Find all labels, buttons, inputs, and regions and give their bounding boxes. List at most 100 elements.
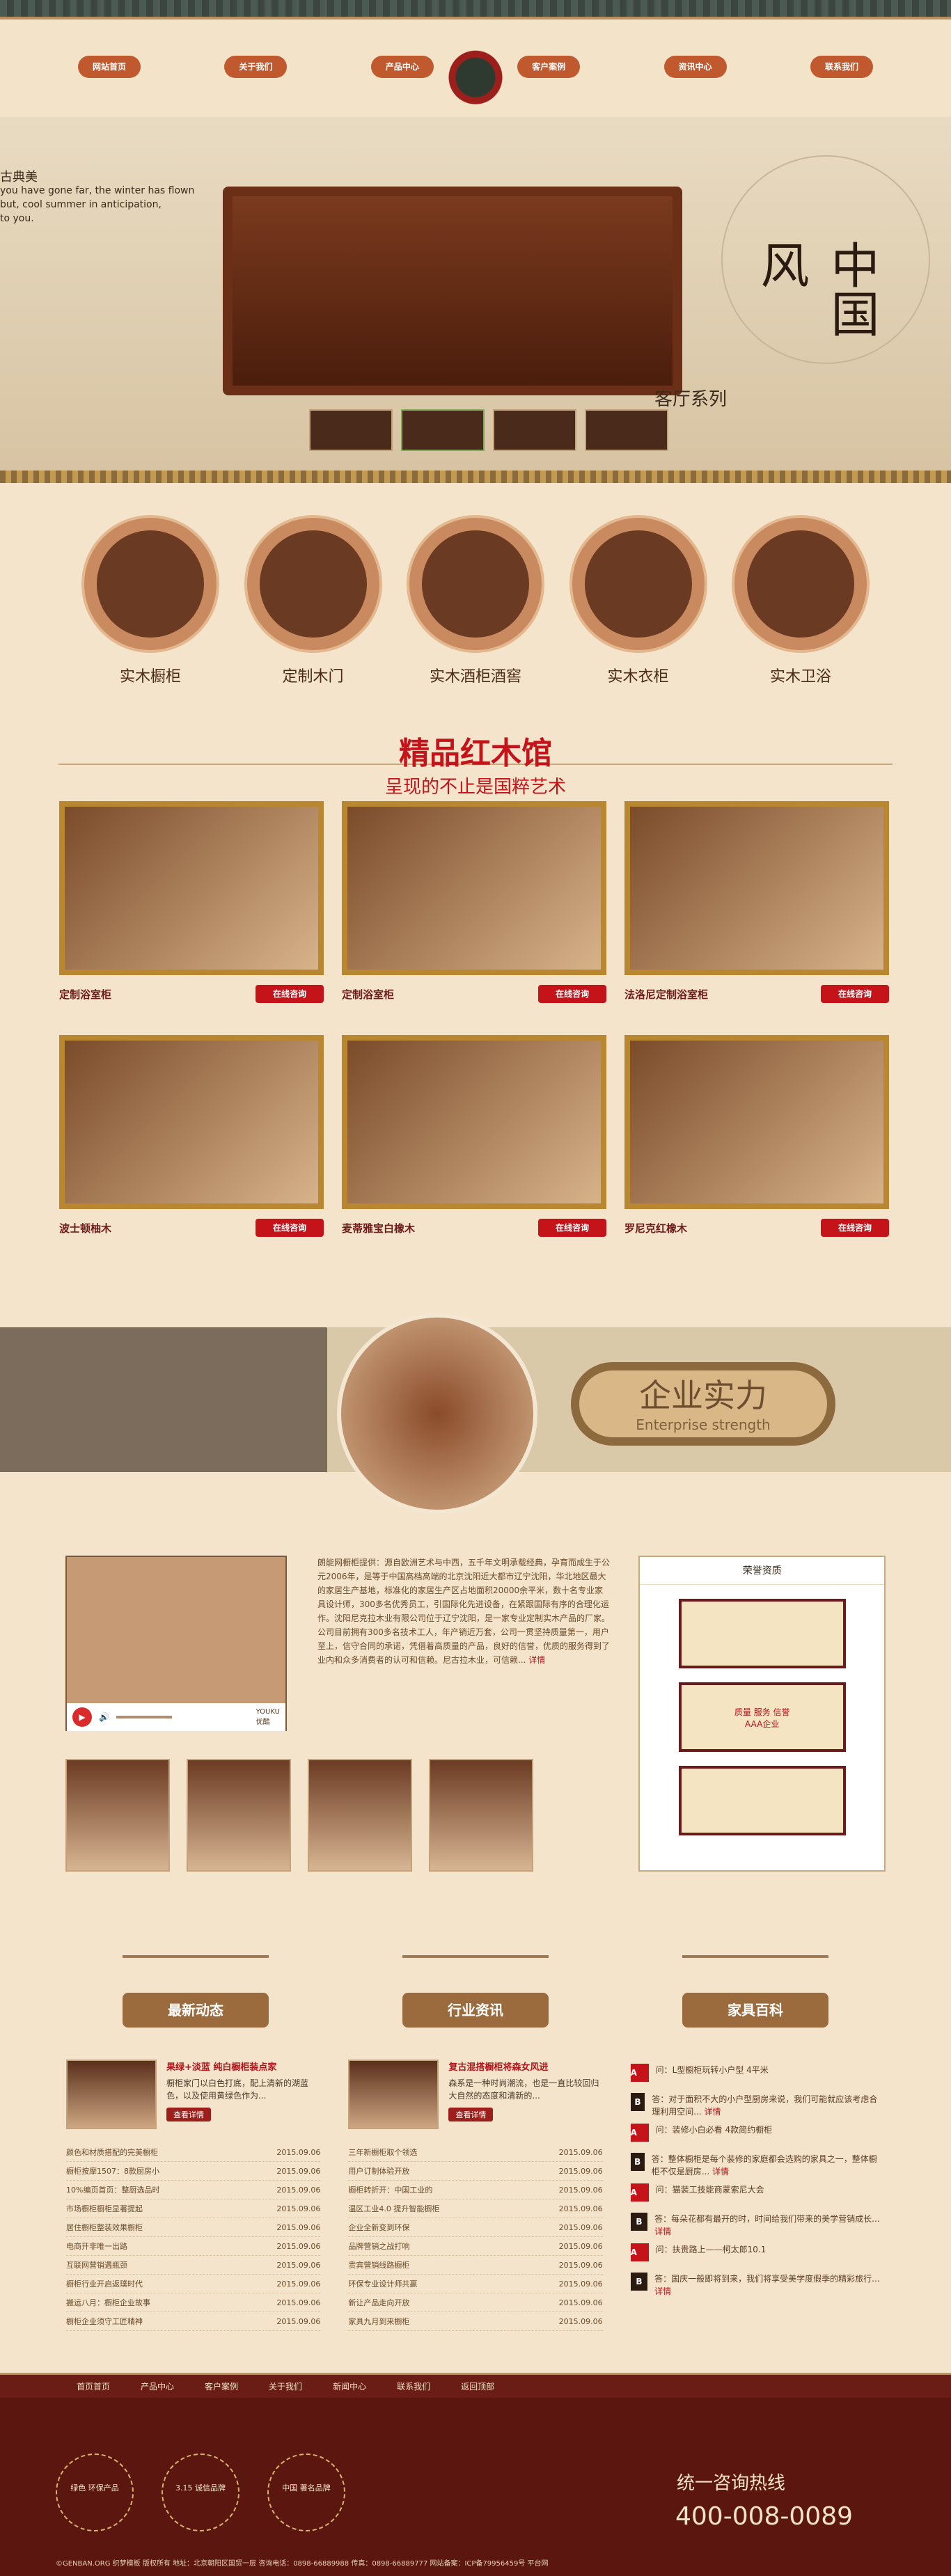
category-item[interactable]: 实木衣柜 [569, 518, 708, 686]
product-name: 法洛尼定制浴室柜 [624, 988, 709, 1001]
news-item[interactable]: 颜色和材质搭配的完美橱柜 2015.09.06 [66, 2143, 321, 2162]
news-item[interactable]: 家具九月到来橱柜 2015.09.06 [348, 2312, 603, 2331]
footer-nav-news[interactable]: 新闻中心 [333, 2380, 366, 2392]
news-item[interactable]: 品牌营销之战打响 2015.09.06 [348, 2237, 603, 2256]
news-item[interactable]: 环保专业设计师共赢 2015.09.06 [348, 2275, 603, 2293]
consult-button[interactable]: 在线咨询 [821, 1219, 889, 1237]
category-item[interactable]: 实木橱柜 [81, 518, 220, 686]
a-tag: B [630, 2273, 648, 2291]
product-card[interactable]: 罗尼克红橡木 在线咨询 [624, 1035, 889, 1251]
q-text[interactable]: 问：猫装工技能商蒙索尼大会 [656, 2183, 764, 2207]
nav-about[interactable]: 关于我们 [224, 56, 288, 78]
feature-image[interactable] [348, 2060, 439, 2129]
company-photo[interactable] [429, 1759, 533, 1872]
product-image[interactable] [59, 1035, 324, 1209]
news-item[interactable]: 温区工业4.0 提升智能橱柜 2015.09.06 [348, 2199, 603, 2218]
news-item[interactable]: 三年新橱柜取个领选 2015.09.06 [348, 2143, 603, 2162]
feature-news: 果绿+淡蓝 纯白橱柜装点家 橱柜家门以白色打底，配上清新的湖蓝色，以及使用黄绿色… [66, 2060, 320, 2129]
product-image[interactable] [59, 801, 324, 975]
thumbnail-1[interactable] [309, 409, 393, 451]
q-text[interactable]: 问：扶贵路上——柯太郎10.1 [656, 2243, 767, 2267]
category-label: 定制木门 [282, 668, 344, 686]
volume-icon[interactable]: 🔊 [99, 1712, 109, 1722]
thumbnail-2[interactable] [401, 409, 485, 451]
thumbnail-3[interactable] [493, 409, 576, 451]
consult-button[interactable]: 在线咨询 [538, 985, 606, 1003]
news-list: 颜色和材质搭配的完美橱柜 2015.09.06 橱柜按摩1507：8款厨房小 201… [66, 2143, 321, 2331]
consult-button[interactable]: 在线咨询 [821, 985, 889, 1003]
company-more-link[interactable]: 详情 [528, 1655, 545, 1665]
q-tag: A [630, 2243, 649, 2261]
qa-more-link[interactable]: 详情 [654, 2227, 671, 2236]
category-item[interactable]: 定制木门 [244, 518, 383, 686]
hotline-number: 400-008-0089 [675, 2502, 854, 2531]
product-card[interactable]: 定制浴室柜 在线咨询 [59, 801, 324, 1017]
nav-home[interactable]: 网站首页 [78, 56, 141, 78]
nav-news[interactable]: 资讯中心 [663, 56, 727, 78]
footer-nav: 首页首页 产品中心 客户案例 关于我们 新闻中心 联系我们 返回顶部 [0, 2373, 951, 2398]
feature-image[interactable] [66, 2060, 157, 2129]
product-card[interactable]: 波士顿柚木 在线咨询 [59, 1035, 324, 1251]
news-item[interactable]: 市场橱柜橱柜显著提起 2015.09.06 [66, 2199, 321, 2218]
video-player[interactable]: ▶ 🔊 YOUKU 优酷 [65, 1556, 287, 1731]
nav-products[interactable]: 产品中心 [370, 56, 434, 78]
category-item[interactable]: 实木酒柜酒窖 [406, 518, 545, 686]
category-label: 实木卫浴 [769, 668, 831, 686]
qa-more-link[interactable]: 详情 [712, 2167, 729, 2176]
news-item[interactable]: 橱柜行业开启返璞时代 2015.09.06 [66, 2275, 321, 2293]
consult-button[interactable]: 在线咨询 [256, 1219, 324, 1237]
product-image[interactable] [624, 801, 889, 975]
news-item[interactable]: 企业全新变到环保 2015.09.06 [348, 2218, 603, 2237]
news-lists: 果绿+淡蓝 纯白橱柜装点家 橱柜家门以白色打底，配上清新的湖蓝色，以及使用黄绿色… [0, 2032, 951, 2331]
news-item[interactable]: 橱柜转折开：中国工业的 2015.09.06 [348, 2181, 603, 2199]
news-item[interactable]: 橱柜企业须守工匠精神 2015.09.06 [66, 2312, 321, 2331]
honors-title: 荣誉资质 [640, 1557, 884, 1585]
news-item[interactable]: 用户订制体验开放 2015.09.06 [348, 2162, 603, 2181]
product-image[interactable] [342, 1035, 606, 1209]
news-item[interactable]: 互联网营销遇瓶颈 2015.09.06 [66, 2256, 321, 2275]
banner-thumbnails [309, 409, 668, 451]
q-text[interactable]: 问：L型橱柜玩转小户型 4平米 [656, 2064, 769, 2087]
product-card[interactable]: 定制浴室柜 在线咨询 [342, 801, 606, 1017]
nav-contact[interactable]: 联系我们 [810, 56, 873, 78]
play-icon[interactable]: ▶ [72, 1707, 92, 1727]
strength-title-cn: 企业实力 [639, 1377, 767, 1414]
thumbnail-4[interactable] [585, 409, 668, 451]
progress-slider[interactable] [116, 1716, 172, 1718]
qa-more-link[interactable]: 详情 [705, 2107, 721, 2117]
news-item[interactable]: 新让产品走向开放 2015.09.06 [348, 2293, 603, 2312]
nav-cases[interactable]: 客户案例 [517, 56, 581, 78]
product-name: 麦蒂雅宝白橡木 [342, 1222, 416, 1235]
footer: 绿色 环保产品 3.15 诚信品牌 中国 著名品牌 统一咨询热线 400-008… [0, 2398, 951, 2576]
footer-nav-home[interactable]: 首页首页 [77, 2380, 110, 2392]
feature-title[interactable]: 复古混搭橱柜将森女风进 [448, 2060, 602, 2073]
company-photo[interactable] [308, 1759, 412, 1872]
news-column: 果绿+淡蓝 纯白橱柜装点家 橱柜家门以白色打底，配上清新的湖蓝色，以及使用黄绿色… [66, 2060, 321, 2331]
q-text[interactable]: 问：装修小白必看 4款简约橱柜 [656, 2124, 772, 2147]
product-image[interactable] [342, 801, 606, 975]
feature-button[interactable]: 查看详情 [166, 2108, 211, 2121]
company-photo[interactable] [187, 1759, 291, 1872]
footer-nav-products[interactable]: 产品中心 [141, 2380, 174, 2392]
news-item[interactable]: 搬运八月：橱柜企业故事 2015.09.06 [66, 2293, 321, 2312]
company-photo[interactable] [65, 1759, 170, 1872]
news-item[interactable]: 10%编页首页：整厨选品时 2015.09.06 [66, 2181, 321, 2199]
feature-title[interactable]: 果绿+淡蓝 纯白橱柜装点家 [166, 2060, 320, 2073]
news-item[interactable]: 居住橱柜整装效果橱柜 2015.09.06 [66, 2218, 321, 2237]
footer-nav-cases[interactable]: 客户案例 [205, 2380, 238, 2392]
news-item[interactable]: 贵宾营销线路橱柜 2015.09.06 [348, 2256, 603, 2275]
footer-nav-about[interactable]: 关于我们 [269, 2380, 302, 2392]
feature-button[interactable]: 查看详情 [448, 2108, 494, 2121]
category-label: 实木衣柜 [607, 668, 669, 686]
news-item[interactable]: 电商开非唯一出路 2015.09.06 [66, 2237, 321, 2256]
category-item[interactable]: 实木卫浴 [731, 518, 870, 686]
consult-button[interactable]: 在线咨询 [538, 1219, 606, 1237]
news-item[interactable]: 橱柜按摩1507：8款厨房小 2015.09.06 [66, 2162, 321, 2181]
consult-button[interactable]: 在线咨询 [256, 985, 324, 1003]
product-image[interactable] [624, 1035, 889, 1209]
product-card[interactable]: 麦蒂雅宝白橡木 在线咨询 [342, 1035, 606, 1251]
qa-more-link[interactable]: 详情 [654, 2286, 671, 2296]
footer-nav-top[interactable]: 返回顶部 [461, 2380, 494, 2392]
footer-nav-contact[interactable]: 联系我们 [397, 2380, 430, 2392]
product-card[interactable]: 法洛尼定制浴室柜 在线咨询 [624, 801, 889, 1017]
